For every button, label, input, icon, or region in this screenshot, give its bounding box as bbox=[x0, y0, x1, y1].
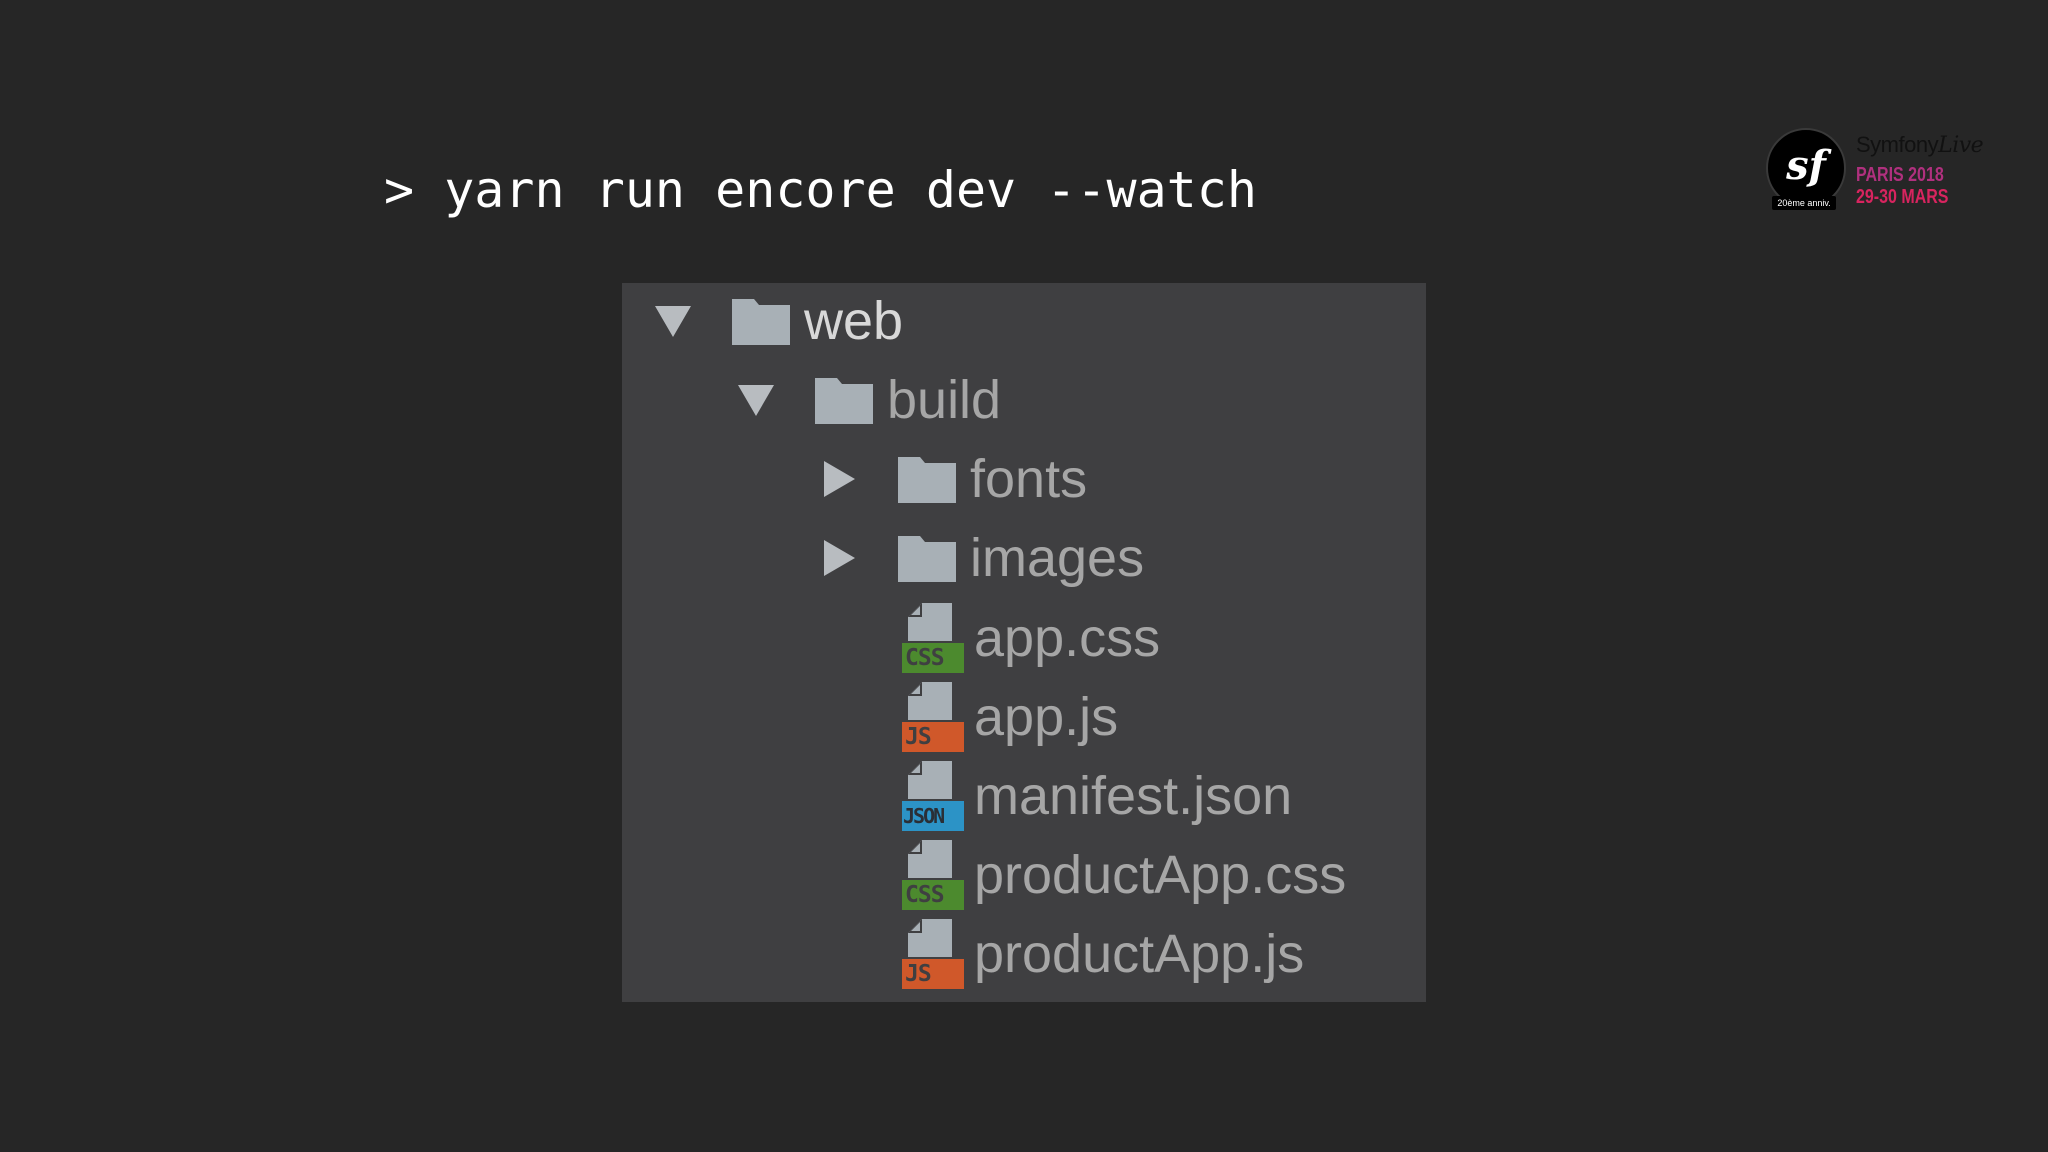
tree-item-label: productApp.js bbox=[974, 924, 1305, 984]
logo-brand-name: Symfony bbox=[1856, 132, 1939, 157]
tree-item-label: fonts bbox=[970, 449, 1088, 509]
file-badge: CSS bbox=[902, 643, 964, 673]
css-file-icon: CSS bbox=[902, 603, 964, 673]
project-tree-panel: web build fonts images CSS app.css JS ap… bbox=[622, 283, 1426, 1002]
js-file-icon: JS bbox=[902, 919, 964, 989]
collapse-arrow-icon[interactable] bbox=[818, 533, 860, 583]
symfony-live-logo: sf 20ème anniv. SymfonyLive PARIS 2018 2… bbox=[1766, 128, 2002, 218]
css-file-icon: CSS bbox=[902, 840, 964, 910]
tree-item-label: app.js bbox=[974, 687, 1119, 747]
file-badge: JS bbox=[902, 959, 964, 989]
folder-icon bbox=[898, 534, 956, 582]
tree-item-images[interactable]: images bbox=[818, 525, 1144, 591]
expand-arrow-icon[interactable] bbox=[652, 296, 694, 346]
logo-event-city: PARIS 2018 bbox=[1856, 164, 1944, 186]
collapse-arrow-icon[interactable] bbox=[818, 454, 860, 504]
file-badge: CSS bbox=[902, 880, 964, 910]
file-badge: JSON bbox=[902, 801, 964, 831]
tree-item-app-css[interactable]: CSS app.css bbox=[902, 603, 1161, 673]
js-file-icon: JS bbox=[902, 682, 964, 752]
tree-item-productapp-css[interactable]: CSS productApp.css bbox=[902, 840, 1347, 910]
tree-item-fonts[interactable]: fonts bbox=[818, 446, 1087, 512]
tree-item-label: build bbox=[887, 370, 1002, 430]
tree-item-label: web bbox=[804, 291, 904, 351]
tree-item-label: productApp.css bbox=[974, 845, 1347, 905]
tree-item-productapp-js[interactable]: JS productApp.js bbox=[902, 919, 1305, 989]
tree-item-build[interactable]: build bbox=[735, 367, 1001, 433]
tree-item-manifest-json[interactable]: JSON manifest.json bbox=[902, 761, 1293, 831]
tree-item-label: app.css bbox=[974, 608, 1161, 668]
logo-brand-suffix: Live bbox=[1938, 133, 1984, 158]
folder-icon bbox=[815, 376, 873, 424]
folder-icon bbox=[732, 297, 790, 345]
file-badge: JS bbox=[902, 722, 964, 752]
terminal-command: > yarn run encore dev --watch bbox=[384, 161, 1257, 219]
tree-item-app-js[interactable]: JS app.js bbox=[902, 682, 1119, 752]
tree-item-label: manifest.json bbox=[974, 766, 1293, 826]
logo-brand: SymfonyLive bbox=[1856, 132, 1984, 158]
expand-arrow-icon[interactable] bbox=[735, 375, 777, 425]
logo-ribbon: 20ème anniv. bbox=[1772, 196, 1836, 210]
folder-icon bbox=[898, 455, 956, 503]
tree-item-web[interactable]: web bbox=[652, 288, 903, 354]
tree-item-label: images bbox=[970, 528, 1145, 588]
json-file-icon: JSON bbox=[902, 761, 964, 831]
logo-event-dates: 29-30 MARS bbox=[1856, 186, 1949, 208]
